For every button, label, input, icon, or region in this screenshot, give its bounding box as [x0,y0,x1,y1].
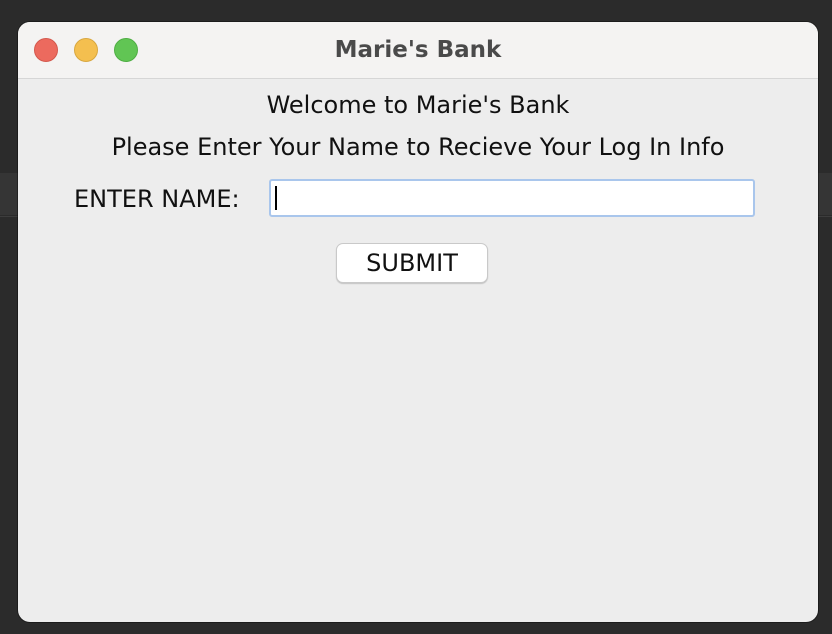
submit-button[interactable]: SUBMIT [336,243,488,283]
title-bar[interactable]: Marie's Bank [18,22,818,79]
name-label: ENTER NAME: [74,185,240,213]
window-title: Marie's Bank [334,37,502,63]
name-input[interactable] [269,179,755,217]
content-panel: Welcome to Marie's Bank Please Enter You… [18,79,818,622]
text-caret [275,186,277,210]
welcome-heading: Welcome to Marie's Bank [266,91,570,119]
app-window: Marie's Bank Welcome to Marie's Bank Ple… [18,22,818,622]
instructions-text: Please Enter Your Name to Recieve Your L… [111,133,725,161]
